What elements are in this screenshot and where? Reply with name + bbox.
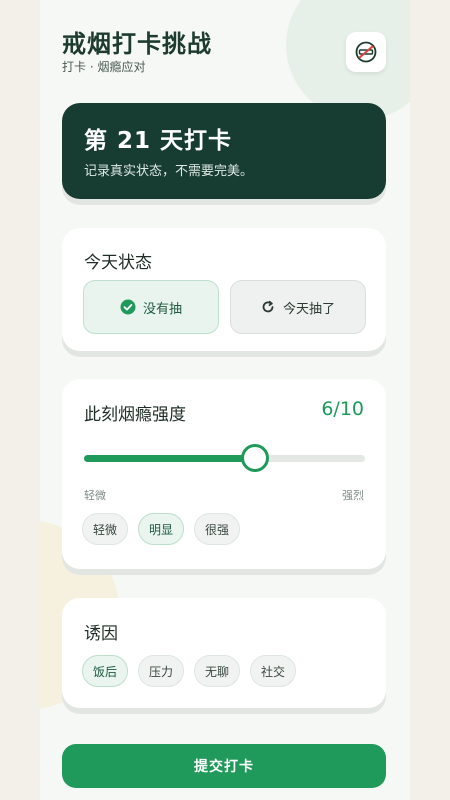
triggers-card: 诱因 饭后 压力 无聊 社交 <box>62 598 386 708</box>
intensity-presets: 轻微 明显 很强 <box>82 513 241 545</box>
smoked-today-button[interactable]: 今天抽了 <box>230 280 366 334</box>
trigger-chip[interactable]: 压力 <box>138 655 185 687</box>
slider-max-label: 强烈 <box>342 489 364 502</box>
check-circle-icon <box>120 299 136 315</box>
slider-min-label: 轻微 <box>84 489 106 502</box>
submit-checkin-button[interactable]: 提交打卡 <box>62 744 386 788</box>
streak-card: 第 21 天打卡 记录真实状态，不需要完美。 <box>62 103 386 199</box>
not-smoked-label: 没有抽 <box>142 301 182 317</box>
preset-chip[interactable]: 明显 <box>138 513 185 545</box>
slider-thumb[interactable] <box>241 444 269 472</box>
status-title: 今天状态 <box>84 253 152 273</box>
streak-title: 第 21 天打卡 <box>84 128 233 154</box>
no-smoking-icon[interactable] <box>346 32 386 72</box>
not-smoked-button[interactable]: 没有抽 <box>83 280 219 334</box>
slider-fill <box>84 455 253 462</box>
intensity-title: 此刻烟瘾强度 <box>84 405 186 425</box>
trigger-chip[interactable]: 饭后 <box>82 655 129 687</box>
triggers-title: 诱因 <box>84 624 118 644</box>
intensity-slider[interactable] <box>84 444 365 472</box>
intensity-value: 6/10 <box>321 398 364 420</box>
trigger-chip[interactable]: 无聊 <box>194 655 241 687</box>
smoked-today-label: 今天抽了 <box>282 301 335 317</box>
craving-intensity-card: 此刻烟瘾强度 6/10 轻微 强烈 轻微 明显 很强 <box>62 379 386 569</box>
trigger-chip[interactable]: 社交 <box>250 655 297 687</box>
app-screen: 戒烟打卡挑战 打卡 · 烟瘾应对 第 21 天打卡 记录真实状态，不需要完美。 … <box>40 0 410 800</box>
trigger-chips: 饭后 压力 无聊 社交 <box>82 655 297 687</box>
page-subtitle: 打卡 · 烟瘾应对 <box>62 60 146 74</box>
status-card: 今天状态 没有抽 今天抽了 <box>62 228 386 351</box>
page-title: 戒烟打卡挑战 <box>62 30 212 58</box>
preset-chip[interactable]: 很强 <box>194 513 241 545</box>
streak-subtitle: 记录真实状态，不需要完美。 <box>84 164 254 179</box>
preset-chip[interactable]: 轻微 <box>82 513 129 545</box>
refresh-icon <box>262 300 274 313</box>
